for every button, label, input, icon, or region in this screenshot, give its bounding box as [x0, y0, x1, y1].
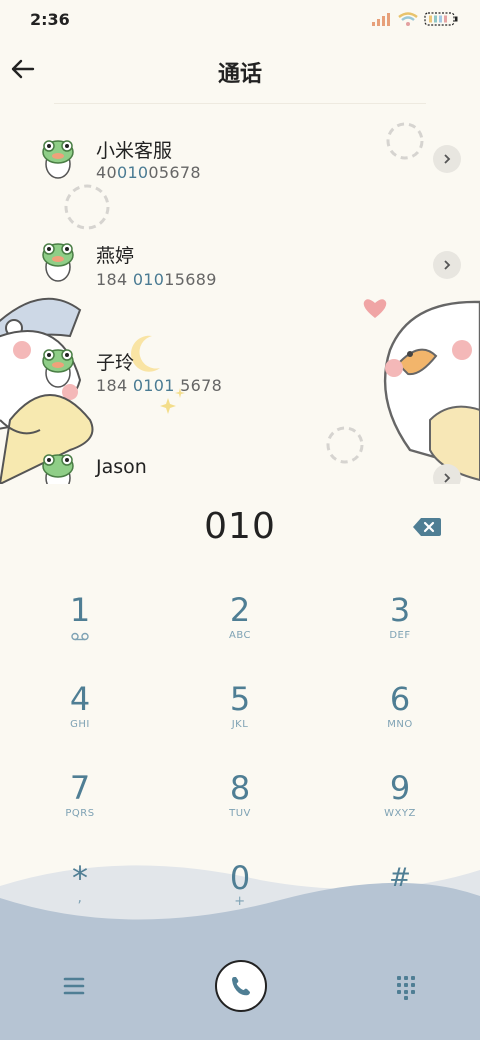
key-hash[interactable]: # [340, 856, 460, 940]
key-letters: JKL [231, 719, 249, 730]
key-number: 5 [229, 680, 251, 718]
key-2[interactable]: 2 ABC [180, 588, 300, 672]
key-star[interactable]: * , [20, 856, 140, 940]
frog-avatar-icon [42, 243, 74, 282]
dialed-number: 010 [204, 506, 276, 547]
call-button[interactable] [215, 960, 267, 1012]
key-5[interactable]: 5 JKL [180, 677, 300, 761]
contact-name: 子玲 [96, 352, 135, 374]
key-7[interactable]: 7 PQRS [20, 766, 140, 850]
key-letters: , [77, 890, 83, 906]
key-number: # [389, 863, 411, 893]
contact-number: 184 0101 5678 [96, 376, 223, 395]
contact-name: 燕婷 [96, 245, 135, 267]
dialpad-toggle-button[interactable] [390, 970, 422, 1002]
list-item[interactable]: 小米客服 4001005678 [0, 128, 480, 228]
page-title: 通话 [217, 62, 262, 87]
dial-input-row: 010 [0, 484, 480, 570]
contact-detail-button[interactable] [433, 251, 461, 279]
status-time: 2:36 [30, 10, 70, 29]
contact-number: 4001005678 [96, 163, 201, 182]
key-letters: MNO [387, 719, 413, 730]
list-item[interactable]: Jason [0, 446, 480, 484]
key-1[interactable]: 1 [20, 588, 140, 672]
key-9[interactable]: 9 WXYZ [340, 766, 460, 850]
status-bar: 2:36 [0, 0, 480, 40]
list-item[interactable]: 子玲 184 0101 5678 [0, 340, 480, 440]
header-divider [54, 103, 426, 104]
battery-icon [424, 12, 458, 26]
contact-name: Jason [96, 456, 147, 478]
backspace-button[interactable] [412, 516, 442, 538]
key-3[interactable]: 3 DEF [340, 588, 460, 672]
key-8[interactable]: 8 TUV [180, 766, 300, 850]
key-number: 8 [229, 769, 251, 807]
menu-button[interactable] [58, 970, 90, 1002]
key-number: 1 [69, 591, 91, 629]
key-letters: GHI [70, 719, 90, 730]
key-number: 9 [389, 769, 411, 807]
key-letters: WXYZ [384, 808, 416, 819]
key-number: 7 [69, 769, 91, 807]
dialpad-icon [397, 976, 415, 1000]
key-letters: + [234, 894, 246, 909]
key-letters: PQRS [65, 808, 95, 819]
menu-icon [63, 977, 85, 995]
key-6[interactable]: 6 MNO [340, 677, 460, 761]
voicemail-icon [71, 632, 89, 641]
contact-detail-button[interactable] [433, 464, 461, 484]
chevron-right-icon [444, 154, 451, 164]
header: 通话 [0, 44, 480, 96]
key-0[interactable]: 0 + [180, 856, 300, 940]
key-number: 2 [229, 591, 251, 629]
key-number: 6 [389, 680, 411, 718]
contact-number: 184 01015689 [96, 270, 217, 289]
status-icons [372, 12, 458, 26]
key-4[interactable]: 4 GHI [20, 677, 140, 761]
contact-detail-button[interactable] [433, 145, 461, 173]
phone-icon [232, 977, 250, 996]
contact-list: 小米客服 4001005678 燕婷 184 01015689 子玲 184 0… [0, 110, 480, 484]
contact-name: 小米客服 [96, 140, 173, 162]
key-number: 4 [69, 680, 91, 718]
chevron-right-icon [444, 260, 451, 270]
key-number: 3 [389, 591, 411, 629]
backspace-icon [413, 518, 441, 536]
key-letters: DEF [389, 630, 411, 641]
frog-avatar-icon [42, 140, 74, 179]
frog-avatar-icon [42, 349, 74, 388]
wifi-icon [398, 12, 418, 26]
signal-icon [372, 13, 390, 26]
chevron-right-icon [444, 473, 451, 483]
key-letters: TUV [229, 808, 251, 819]
list-item[interactable]: 燕婷 184 01015689 [0, 235, 480, 335]
frog-avatar-icon [42, 454, 74, 484]
key-letters: ABC [228, 630, 251, 641]
